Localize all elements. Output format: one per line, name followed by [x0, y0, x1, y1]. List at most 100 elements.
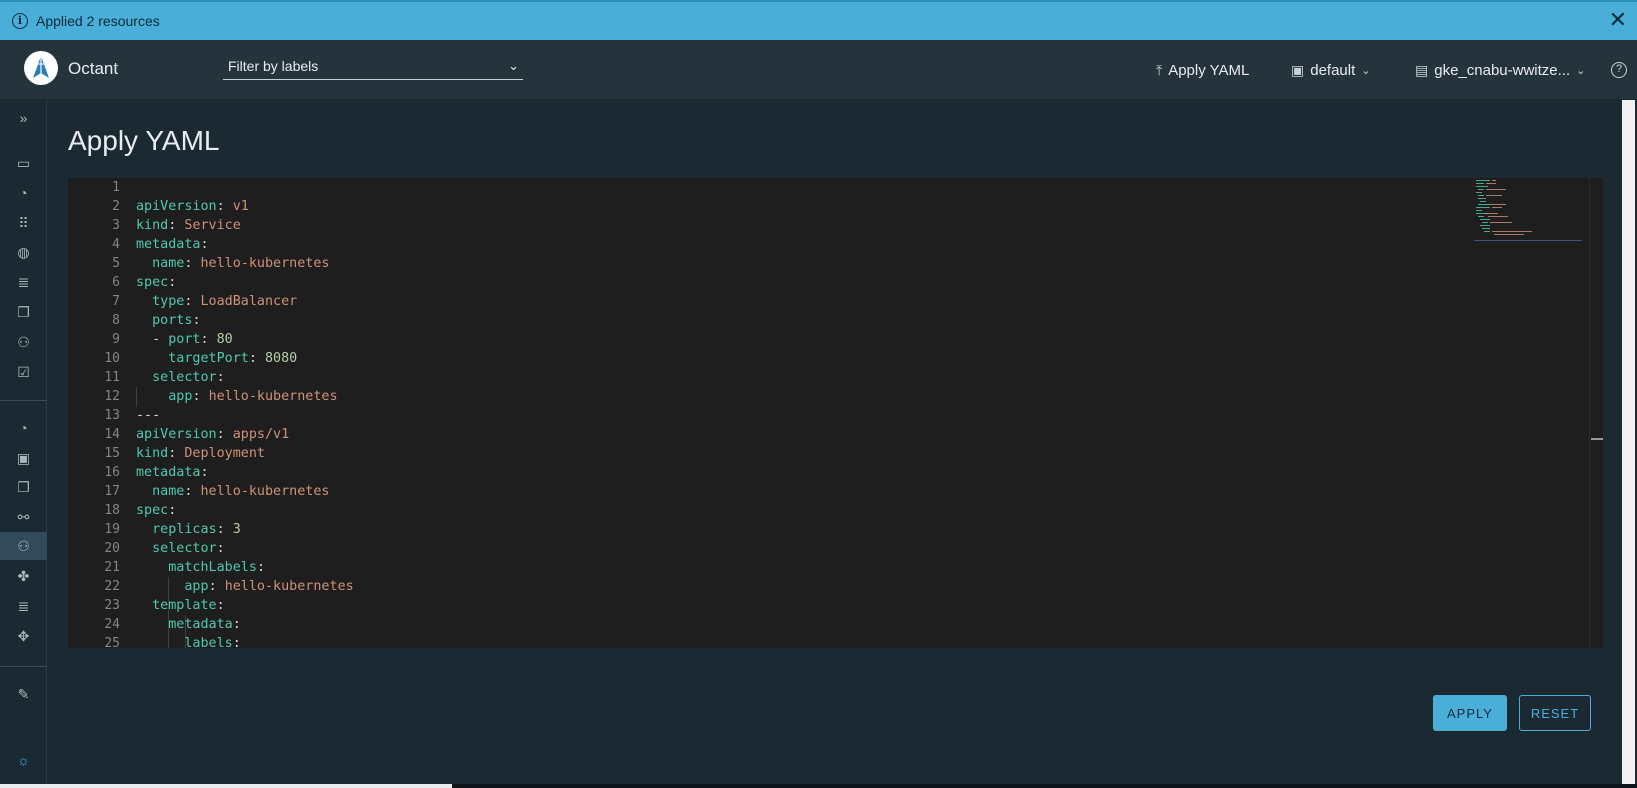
network-icon[interactable]: ◍	[0, 238, 47, 266]
code-line: kind: Service	[136, 218, 241, 233]
code-line: app: hello-kubernetes	[168, 389, 338, 404]
yaml-editor[interactable]: 1 2 3 4 5 6 7 8 9 10 11 12 13 14 15 16 17 18 19 20 21 22 23 24 2…	[68, 178, 1603, 648]
user-active-icon[interactable]: ⚇	[0, 532, 47, 560]
resources-icon[interactable]: ❐	[0, 473, 47, 501]
cluster-dashboard-icon[interactable]: ◔	[0, 414, 47, 442]
user-icon[interactable]: ⚇	[0, 328, 47, 356]
reset-button[interactable]: RESET	[1519, 695, 1591, 731]
info-icon: i	[12, 13, 28, 29]
code-line: spec:	[136, 275, 177, 290]
tasks-icon[interactable]: ☑	[0, 358, 47, 386]
overview-icon[interactable]: ▭	[0, 149, 47, 177]
nodes-icon[interactable]: ✤	[0, 562, 47, 590]
storage-icon[interactable]: ≣	[0, 268, 47, 296]
config-icon[interactable]: ❐	[0, 298, 47, 326]
line-number: 23	[104, 598, 120, 613]
line-number: 25	[104, 636, 120, 648]
scrollbar-thumb[interactable]	[1622, 100, 1635, 784]
line-number: 14	[104, 427, 120, 442]
scrollbar-thumb[interactable]	[0, 784, 452, 788]
line-number: 8	[112, 313, 120, 328]
page-vertical-scrollbar[interactable]	[1622, 100, 1637, 784]
code-line: metadata:	[136, 237, 209, 252]
apply-yaml-label: Apply YAML	[1168, 62, 1250, 79]
context-selector[interactable]: ▤ gke_cnabu-wwitze... ⌄	[1415, 62, 1585, 79]
code-minimap[interactable]	[1474, 178, 1582, 241]
line-number: 18	[104, 503, 120, 518]
chevron-down-icon: ⌄	[1361, 65, 1371, 77]
roles-icon[interactable]: ⚯	[0, 503, 47, 531]
namespace-icon: ▣	[1291, 62, 1305, 78]
line-number: 20	[104, 541, 120, 556]
chevron-down-icon: ⌄	[1576, 65, 1586, 77]
code-line: ---	[136, 408, 161, 423]
label-filter-select[interactable]: Filter by labels ⌄	[223, 55, 523, 80]
filter-placeholder: Filter by labels	[228, 58, 319, 74]
line-number: 13	[104, 408, 120, 423]
code-line: selector:	[152, 541, 225, 556]
grid-icon[interactable]: ⠿	[0, 209, 47, 237]
context-icon: ▤	[1415, 62, 1429, 78]
line-number: 21	[104, 560, 120, 575]
line-number: 6	[112, 275, 120, 290]
sidebar-divider	[0, 666, 47, 667]
expand-sidebar-icon[interactable]: »	[0, 104, 47, 132]
close-icon[interactable]: ✕	[1609, 9, 1627, 31]
alert-message: Applied 2 resources	[36, 13, 160, 29]
namespace-selector[interactable]: ▣ default ⌄	[1291, 62, 1371, 79]
code-line: targetPort: 8080	[168, 351, 298, 366]
namespace-icon[interactable]: ▣	[0, 444, 47, 472]
chevron-down-icon: ⌄	[508, 58, 519, 73]
code-line: apiVersion: apps/v1	[136, 427, 290, 442]
line-number: 16	[104, 465, 120, 480]
top-header: Octant Filter by labels ⌄ ⤒ Apply YAML ▣…	[0, 40, 1637, 100]
octant-logo-icon[interactable]	[24, 51, 58, 85]
line-number: 24	[104, 617, 120, 632]
code-line: metadata:	[168, 617, 241, 632]
storage-classes-icon[interactable]: ≣	[0, 592, 47, 620]
code-line: kind: Deployment	[136, 446, 265, 461]
sidebar-divider	[0, 400, 47, 401]
code-line: type: LoadBalancer	[152, 294, 298, 309]
line-number: 5	[112, 256, 120, 271]
upload-icon: ⤒	[1156, 62, 1163, 78]
apply-button[interactable]: APPLY	[1433, 695, 1507, 731]
move-icon[interactable]: ✥	[0, 622, 47, 650]
code-line: apiVersion: v1	[136, 199, 249, 214]
page-horizontal-scrollbar[interactable]	[0, 784, 1637, 788]
code-line: app: hello-kubernetes	[184, 579, 354, 594]
plugin-icon[interactable]: ✎	[0, 680, 47, 708]
code-line: template:	[152, 598, 225, 613]
line-number: 17	[104, 484, 120, 499]
line-number: 1	[112, 180, 120, 195]
line-number: 22	[104, 579, 120, 594]
line-number: 12	[104, 389, 120, 404]
app-name: Octant	[68, 59, 119, 78]
editor-scrollbar[interactable]	[1589, 178, 1603, 648]
context-label: gke_cnabu-wwitze...	[1434, 62, 1571, 79]
code-line: - port: 80	[152, 332, 233, 347]
theme-toggle-icon[interactable]: ☼	[0, 746, 47, 774]
line-number: 3	[112, 218, 120, 233]
dashboard-icon[interactable]: ◔	[0, 179, 47, 207]
code-line: name: hello-kubernetes	[152, 484, 330, 499]
apply-yaml-button[interactable]: ⤒ Apply YAML	[1156, 62, 1249, 79]
line-number: 2	[112, 199, 120, 214]
line-number: 19	[104, 522, 120, 537]
line-number: 9	[112, 332, 120, 347]
namespace-label: default	[1310, 62, 1356, 79]
code-line: ports:	[152, 313, 201, 328]
line-number: 11	[104, 370, 120, 385]
scrollbar-position-marker	[1591, 438, 1603, 440]
code-line: labels:	[184, 636, 241, 648]
code-line: spec:	[136, 503, 177, 518]
line-number-gutter: 1 2 3 4 5 6 7 8 9 10 11 12 13 14 15 16 17 18 19 20 21 22 23 24 2…	[68, 178, 120, 648]
line-number: 7	[112, 294, 120, 309]
code-line: matchLabels:	[168, 560, 265, 575]
code-line: name: hello-kubernetes	[152, 256, 330, 271]
alert-banner: i Applied 2 resources ✕	[0, 0, 1637, 40]
line-number: 4	[112, 237, 120, 252]
sidebar: » ▭ ◔ ⠿ ◍ ≣ ❐ ⚇ ☑ ◔ ▣ ❐ ⚯ ⚇ ✤ ≣ ✥ ✎ ☼	[0, 100, 47, 788]
code-line: selector:	[152, 370, 225, 385]
help-icon[interactable]: ?	[1611, 62, 1627, 78]
